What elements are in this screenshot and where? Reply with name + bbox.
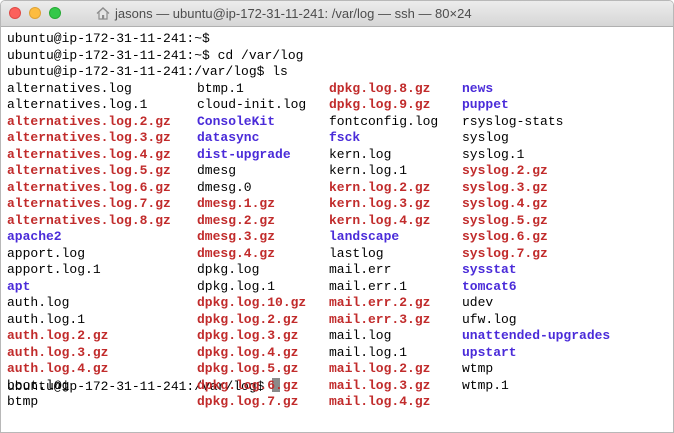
file-entry: syslog.3.gz <box>462 179 548 195</box>
file-entry: mail.log.2.gz <box>329 361 431 376</box>
file-entry: alternatives.log.4.gz <box>7 146 171 162</box>
directory-entry: datasync <box>197 130 260 145</box>
file-entry: mail.log.4.gz <box>329 394 431 409</box>
file-entry: dpkg.log.10.gz <box>197 295 307 310</box>
directory-entry: apt <box>7 278 31 294</box>
file-entry: mail.err <box>329 262 392 277</box>
file-entry: lastlog <box>329 245 384 261</box>
file-entry: mail.log <box>329 328 392 343</box>
file-entry: alternatives.log.7.gz <box>7 196 171 211</box>
directory-entry: sysstat <box>462 262 517 277</box>
home-folder-icon <box>96 7 110 20</box>
directory-entry: apache2 <box>7 229 62 244</box>
file-entry: dpkg.log.1 <box>197 278 276 294</box>
file-entry: dmesg.1.gz <box>197 196 276 211</box>
terminal-line: ubuntu@ip-172-31-11-241:~$ <box>7 31 210 46</box>
file-entry: alternatives.log.2.gz <box>7 113 171 129</box>
file-entry: wtmp <box>462 361 494 376</box>
file-entry: wtmp.1 <box>462 377 509 393</box>
minimize-button[interactable] <box>29 7 41 19</box>
file-entry: syslog.1 <box>462 146 525 162</box>
terminal-line: ubuntu@ip-172-31-11-241:/var/log$ ls <box>7 64 288 79</box>
file-entry: apport.log <box>7 245 86 261</box>
file-entry: kern.log.1 <box>329 163 408 178</box>
file-entry: fontconfig.log <box>329 113 439 129</box>
file-entry: syslog.6.gz <box>462 229 548 244</box>
terminal-content[interactable]: ubuntu@ip-172-31-11-241:~$ ubuntu@ip-172… <box>1 27 673 432</box>
file-entry: auth.log.3.gz <box>7 344 109 360</box>
directory-entry: upstart <box>462 344 517 360</box>
file-entry: kern.log.4.gz <box>329 212 431 228</box>
window-title: jasons — ubuntu@ip-172-31-11-241: /var/l… <box>115 6 472 21</box>
file-entry: auth.log.2.gz <box>7 328 109 343</box>
file-entry: alternatives.log <box>7 80 132 96</box>
title-bar[interactable]: jasons — ubuntu@ip-172-31-11-241: /var/l… <box>1 1 673 27</box>
file-entry: dpkg.log.8.gz <box>329 80 431 96</box>
directory-entry: puppet <box>462 97 509 112</box>
ls-column: dpkg.log.8.gz dpkg.log.9.gz fontconfig.log… <box>329 81 438 411</box>
file-entry: mail.log.3.gz <box>329 377 431 393</box>
directory-entry: fsck <box>329 130 361 145</box>
file-entry: syslog.2.gz <box>462 163 548 178</box>
file-entry: alternatives.log.3.gz <box>7 130 171 145</box>
file-entry: mail.err.2.gz <box>329 295 431 310</box>
file-entry: dpkg.log.9.gz <box>329 97 431 112</box>
file-entry: mail.err.3.gz <box>329 311 431 327</box>
ls-column: alternatives.log alternatives.log.1 altern… <box>7 81 171 411</box>
file-entry: syslog <box>462 130 509 145</box>
directory-entry: ConsoleKit <box>197 113 276 129</box>
file-entry: dmesg.2.gz <box>197 212 276 228</box>
file-entry: btmp.1 <box>197 80 244 96</box>
file-entry: kern.log.2.gz <box>329 179 431 195</box>
file-entry: dmesg.4.gz <box>197 245 276 261</box>
file-entry: auth.log.4.gz <box>7 361 109 376</box>
file-entry: mail.err.1 <box>329 278 408 294</box>
file-entry: kern.log.3.gz <box>329 196 431 211</box>
file-entry: boot.log <box>7 377 70 393</box>
file-entry: dmesg.0 <box>197 179 252 195</box>
ls-column: btmp.1 cloud-init.log ConsoleKit datasync di… <box>197 81 306 411</box>
file-entry: btmp <box>7 394 39 409</box>
file-entry: ufw.log <box>462 311 517 327</box>
directory-entry: news <box>462 80 494 96</box>
file-entry: dpkg.log.6.gz <box>197 377 299 393</box>
zoom-button[interactable] <box>49 7 61 19</box>
close-button[interactable] <box>9 7 21 19</box>
file-entry: dpkg.log.4.gz <box>197 344 299 360</box>
file-entry: dmesg <box>197 163 237 178</box>
file-entry: alternatives.log.6.gz <box>7 179 171 195</box>
file-entry: syslog.4.gz <box>462 196 548 211</box>
ls-output: alternatives.log alternatives.log.1 altern… <box>7 81 673 410</box>
file-entry: dpkg.log <box>197 262 260 277</box>
terminal-line: ubuntu@ip-172-31-11-241:~$ cd /var/log <box>7 47 304 63</box>
file-entry: dmesg.3.gz <box>197 229 276 244</box>
file-entry: alternatives.log.8.gz <box>7 212 171 228</box>
ls-column: news puppet rsyslog-stats syslog syslog.1 sys… <box>462 81 610 395</box>
file-entry: cloud-init.log <box>197 97 307 112</box>
window-title-group: jasons — ubuntu@ip-172-31-11-241: /var/l… <box>96 1 472 26</box>
file-entry: syslog.5.gz <box>462 212 548 228</box>
file-entry: syslog.7.gz <box>462 245 548 261</box>
directory-entry: tomcat6 <box>462 278 517 294</box>
file-entry: dpkg.log.2.gz <box>197 311 299 327</box>
file-entry: auth.log <box>7 295 70 310</box>
file-entry: mail.log.1 <box>329 344 408 360</box>
file-entry: alternatives.log.1 <box>7 97 148 112</box>
file-entry: alternatives.log.5.gz <box>7 163 171 178</box>
file-entry: dpkg.log.7.gz <box>197 394 299 409</box>
file-entry: kern.log <box>329 146 392 162</box>
directory-entry: dist-upgrade <box>197 146 291 162</box>
file-entry: rsyslog-stats <box>462 113 564 129</box>
file-entry: auth.log.1 <box>7 311 86 327</box>
file-entry: apport.log.1 <box>7 262 101 277</box>
file-entry: dpkg.log.5.gz <box>197 361 299 376</box>
file-entry: dpkg.log.3.gz <box>197 328 299 343</box>
directory-entry: landscape <box>329 229 400 244</box>
file-entry: udev <box>462 295 494 310</box>
terminal-window: jasons — ubuntu@ip-172-31-11-241: /var/l… <box>0 0 674 433</box>
directory-entry: unattended-upgrades <box>462 328 611 343</box>
